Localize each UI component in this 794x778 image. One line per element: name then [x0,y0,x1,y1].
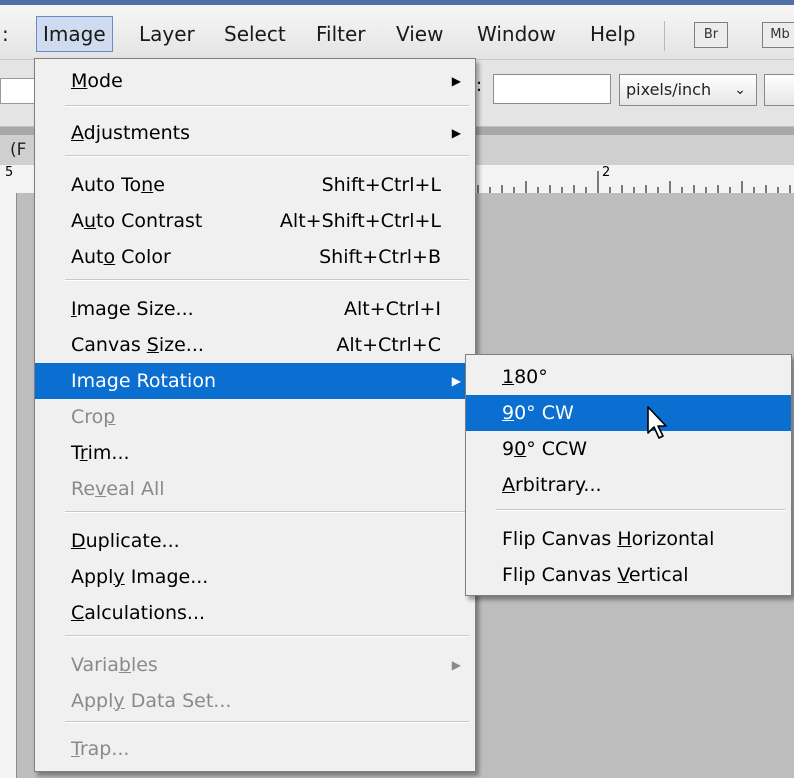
menubar-separator [664,21,665,51]
submenu-item-90-cw[interactable]: 90° CW [466,395,791,431]
submenu-item-label: 90° CW [502,402,574,424]
menu-item-reveal-all[interactable]: Reveal All [35,471,475,507]
ruler-mark-left: 5 [5,165,14,180]
menu-item-label: Apply Data Set... [71,690,232,712]
menu-item-label: Image Size... [71,298,194,320]
menu-item-duplicate[interactable]: Duplicate... [35,523,475,559]
menu-separator [65,279,469,281]
menu-separator [65,105,469,107]
menu-item-label: Adjustments [71,122,190,144]
menu-item-trim[interactable]: Trim... [35,435,475,471]
menu-item-shortcut: Alt+Ctrl+C [336,334,441,356]
ruler-ticks [477,171,791,193]
menu-item-label: Calculations... [71,602,206,624]
submenu-item-label: Flip Canvas Vertical [502,564,689,586]
submenu-item-flip-vertical[interactable]: Flip Canvas Vertical [466,557,791,593]
bridge-button[interactable]: Br [694,22,728,48]
menu-item-variables[interactable]: Variables ▶ [35,647,475,683]
menu-separator [65,721,469,723]
triangle-right-icon: ▶ [451,126,461,140]
submenu-item-label: Flip Canvas Horizontal [502,528,715,550]
image-rotation-submenu: 180° 90° CW 90° CCW Arbitrary... Flip Ca… [465,354,792,596]
menu-item-auto-tone[interactable]: Auto Tone Shift+Ctrl+L [35,167,475,203]
menu-item-label: Auto Contrast [71,210,203,232]
minibridge-button[interactable]: Mb [762,22,794,48]
menu-item-label: Crop [71,406,116,428]
image-menu-dropdown: Mode ▶ Adjustments ▶ Auto Tone Shift+Ctr… [34,58,476,772]
triangle-right-icon: ▶ [451,374,461,388]
ruler-mark-2: 2 [602,165,611,180]
vertical-ruler [0,193,17,778]
menu-item-image-rotation[interactable]: Image Rotation ▶ [35,363,475,399]
menubar-item-window[interactable]: Window [477,17,556,51]
menu-item-mode[interactable]: Mode ▶ [35,63,475,99]
menubar-item-image[interactable]: Image [36,16,113,52]
menubar-item-help[interactable]: Help [590,17,636,51]
menubar-item-layer[interactable]: Layer [139,17,195,51]
submenu-item-90-ccw[interactable]: 90° CCW [466,431,791,467]
menu-item-label: Canvas Size... [71,334,204,356]
menu-item-trap[interactable]: Trap... [35,731,475,767]
menu-separator [65,635,469,637]
menu-item-label: Trap... [71,738,130,760]
menu-item-calculations[interactable]: Calculations... [35,595,475,631]
menubar-item-view[interactable]: View [396,17,443,51]
resolution-units-value: pixels/inch [626,80,712,99]
menu-item-label: Duplicate... [71,530,180,552]
menu-item-label: Auto Color [71,246,171,268]
menu-separator [496,509,786,511]
menu-item-label: Apply Image... [71,566,209,588]
menu-item-label: Reveal All [71,478,165,500]
menu-item-shortcut: Alt+Ctrl+I [344,298,441,320]
mouse-pointer-icon [647,406,667,439]
menu-item-auto-color[interactable]: Auto Color Shift+Ctrl+B [35,239,475,275]
menu-bar: : Image Layer Select Filter View Window … [0,0,794,60]
submenu-item-label: 180° [502,366,548,388]
menu-item-label: Trim... [71,442,130,464]
menu-item-canvas-size[interactable]: Canvas Size... Alt+Ctrl+C [35,327,475,363]
menu-item-label: Variables [71,654,158,676]
menu-separator [65,155,469,157]
menu-item-label: Auto Tone [71,174,165,196]
menubar-item-select[interactable]: Select [224,17,286,51]
menu-item-label: Image Rotation [71,370,217,392]
menu-item-apply-image[interactable]: Apply Image... [35,559,475,595]
document-tab-area [476,135,794,165]
submenu-item-180[interactable]: 180° [466,359,791,395]
options-button-right[interactable] [764,74,794,106]
menubar-item-filter[interactable]: Filter [316,17,366,51]
chevron-down-icon: ⌄ [734,82,746,98]
resolution-input[interactable] [493,74,611,104]
menu-item-apply-data-set[interactable]: Apply Data Set... [35,683,475,719]
menu-item-shortcut: Shift+Ctrl+L [321,174,441,196]
submenu-item-flip-horizontal[interactable]: Flip Canvas Horizontal [466,521,791,557]
menu-item-shortcut: Alt+Shift+Ctrl+L [279,210,441,232]
menu-item-crop[interactable]: Crop [35,399,475,435]
triangle-right-icon: ▶ [451,74,461,88]
resolution-label-fragment: : [476,75,483,96]
triangle-right-icon: ▶ [451,658,461,672]
menu-item-label: Mode [71,70,123,92]
document-tab[interactable]: (F [0,135,34,165]
menubar-item-edit-partial[interactable]: : [2,17,9,51]
submenu-item-label: 90° CCW [502,438,588,460]
resolution-units-select[interactable]: pixels/inch ⌄ [619,74,757,106]
menu-separator [65,511,469,513]
menu-item-adjustments[interactable]: Adjustments ▶ [35,115,475,151]
submenu-item-label: Arbitrary... [502,474,602,496]
menu-item-auto-contrast[interactable]: Auto Contrast Alt+Shift+Ctrl+L [35,203,475,239]
options-field-left[interactable] [0,78,36,104]
menu-item-shortcut: Shift+Ctrl+B [319,246,441,268]
submenu-item-arbitrary[interactable]: Arbitrary... [466,467,791,503]
menu-item-image-size[interactable]: Image Size... Alt+Ctrl+I [35,291,475,327]
